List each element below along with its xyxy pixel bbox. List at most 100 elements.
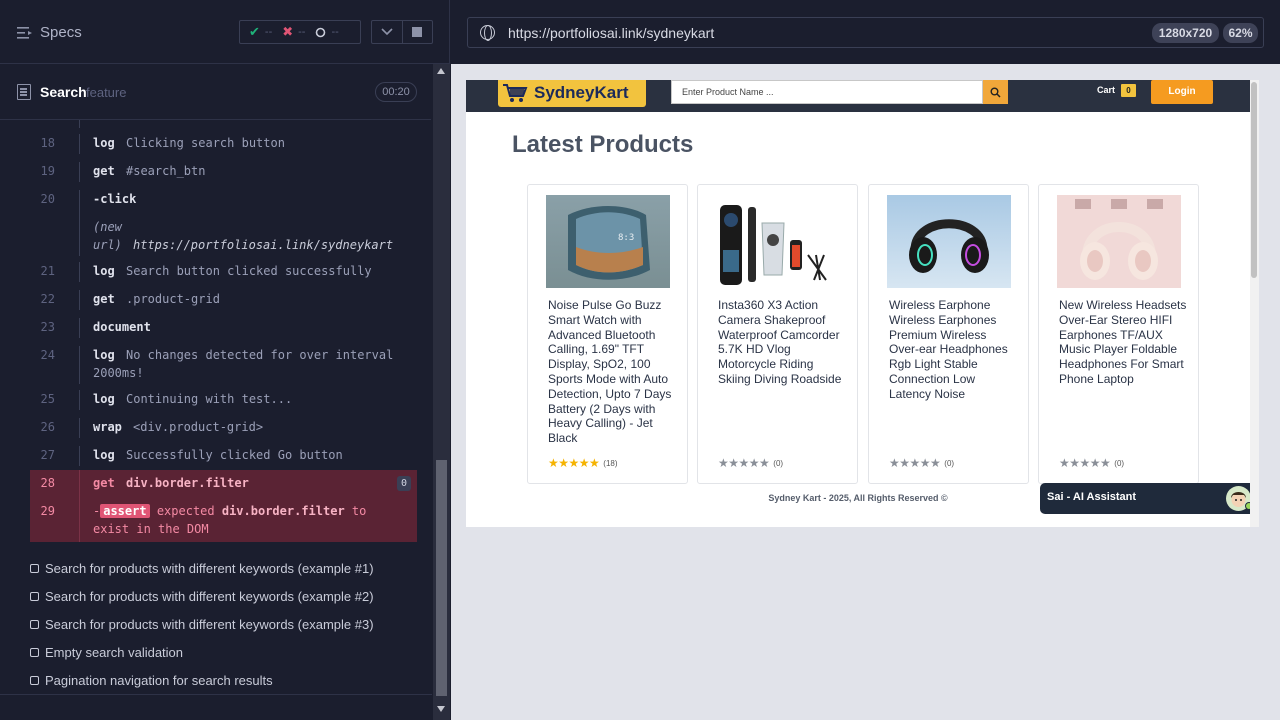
product-search-input[interactable]: Enter Product Name ... bbox=[671, 80, 983, 104]
ai-assistant-widget[interactable]: Sai - AI Assistant bbox=[1040, 483, 1257, 514]
product-card[interactable]: New Wireless Headsets Over-Ear Stereo HI… bbox=[1038, 184, 1199, 484]
shopping-cart-icon bbox=[503, 84, 528, 102]
command-row[interactable]: 20 -click (new url) https://portfoliosai… bbox=[30, 190, 417, 256]
test-status-icon bbox=[30, 619, 39, 629]
product-card[interactable]: Insta360 X3 Action Camera Shakeproof Wat… bbox=[697, 184, 858, 484]
app-root: Specs ✔ -- ✖ -- -- Search feature 00:20 … bbox=[0, 0, 1280, 720]
cmd-divider bbox=[79, 290, 80, 310]
preview-panel: https://portfoliosai.link/sydneykart 128… bbox=[451, 0, 1280, 720]
scroll-down-icon[interactable] bbox=[437, 706, 445, 712]
section-heading: Latest Products bbox=[512, 131, 694, 158]
smartwatch-image: 8:3 bbox=[546, 195, 670, 288]
passed-stat: ✔ -- bbox=[249, 24, 272, 40]
product-card[interactable]: Wireless Earphone Wireless Earphones Pre… bbox=[868, 184, 1029, 484]
login-button[interactable]: Login bbox=[1151, 80, 1213, 104]
zoom-badge: 62% bbox=[1223, 23, 1258, 43]
preview-scrollbar[interactable] bbox=[1250, 80, 1259, 527]
app-under-test: SydneyKart Enter Product Name ... Cart 0… bbox=[466, 80, 1259, 527]
cmd-number: 26 bbox=[40, 420, 55, 434]
review-count: (0) bbox=[944, 458, 955, 468]
product-title[interactable]: Noise Pulse Go Buzz Smart Watch with Adv… bbox=[548, 298, 676, 446]
command-row[interactable]: 25 log Continuing with test... bbox=[30, 390, 417, 410]
assert-text: exist in the DOM bbox=[93, 522, 209, 536]
passed-count: -- bbox=[264, 26, 273, 38]
command-row-failed[interactable]: 29 - assert expected div.border.filter to… bbox=[30, 498, 417, 542]
test-item[interactable]: Search for products with different keywo… bbox=[30, 586, 374, 606]
specs-header: Specs ✔ -- ✖ -- -- bbox=[0, 0, 450, 64]
command-row[interactable]: 23 document bbox=[30, 318, 417, 338]
product-image[interactable]: 8:3 bbox=[546, 195, 670, 288]
runner-panel: Specs ✔ -- ✖ -- -- Search feature 00:20 … bbox=[0, 0, 450, 720]
product-card[interactable]: 8:3 Noise Pulse Go Buzz Smart Watch with… bbox=[527, 184, 688, 484]
cmd-divider bbox=[79, 134, 80, 154]
collapse-button[interactable] bbox=[372, 21, 402, 43]
star-rating: ★★★★★ bbox=[718, 456, 770, 470]
test-item[interactable]: Pagination navigation for search results bbox=[30, 670, 273, 690]
test-item[interactable]: Search for products with different keywo… bbox=[30, 614, 374, 634]
cmd-name: wrap bbox=[93, 420, 122, 434]
stop-button[interactable] bbox=[401, 21, 432, 43]
pending-ring-icon bbox=[316, 27, 326, 37]
test-title: Search for products with different keywo… bbox=[45, 616, 374, 632]
product-image[interactable] bbox=[887, 195, 1011, 288]
cmd-message: Successfully clicked Go button bbox=[126, 448, 343, 462]
document-icon bbox=[17, 84, 31, 100]
new-url-value[interactable]: https://portfoliosai.link/sydneykart bbox=[133, 238, 393, 252]
command-row[interactable]: 18 log Clicking search button bbox=[30, 134, 417, 154]
command-row[interactable]: 21 log Search button clicked successfull… bbox=[30, 262, 417, 282]
cmd-divider bbox=[79, 346, 80, 384]
site-logo[interactable]: SydneyKart bbox=[498, 80, 646, 107]
new-url-label: (new bbox=[93, 220, 122, 234]
assert-target: div.border.filter bbox=[221, 504, 345, 518]
test-item[interactable]: Search for products with different keywo… bbox=[30, 558, 374, 578]
specs-title[interactable]: Specs bbox=[40, 24, 82, 41]
assistant-label: Sai - AI Assistant bbox=[1047, 491, 1137, 503]
command-row-failed[interactable]: 28 get div.border.filter 0 bbox=[30, 470, 417, 498]
check-icon: ✔ bbox=[249, 24, 260, 39]
cart-link[interactable]: Cart bbox=[1097, 85, 1115, 95]
spec-duration: 00:20 bbox=[375, 82, 417, 102]
product-image[interactable] bbox=[1057, 195, 1181, 288]
assert-message: - assert expected div.border.filter to bbox=[93, 504, 366, 518]
specs-list-icon[interactable] bbox=[17, 26, 33, 40]
pending-stat: -- bbox=[315, 26, 339, 38]
runner-scrollbar[interactable] bbox=[433, 64, 450, 720]
star-rating: ★★★★★ bbox=[1059, 456, 1111, 470]
assert-tag: assert bbox=[100, 504, 150, 518]
command-row[interactable]: 24 log No changes detected for over inte… bbox=[30, 346, 417, 384]
search-icon bbox=[990, 87, 1001, 98]
command-row[interactable]: 22 get .product-grid bbox=[30, 290, 417, 310]
spec-header-row[interactable]: Search feature 00:20 bbox=[0, 64, 431, 120]
cmd-message: Continuing with test... bbox=[126, 392, 293, 406]
brand-name: SydneyKart bbox=[534, 83, 629, 102]
command-log: 18 log Clicking search button 19 get #se… bbox=[30, 120, 417, 542]
product-title[interactable]: New Wireless Headsets Over-Ear Stereo HI… bbox=[1059, 298, 1187, 387]
review-count: (18) bbox=[603, 458, 618, 468]
product-title[interactable]: Insta360 X3 Action Camera Shakeproof Wat… bbox=[718, 298, 846, 387]
cmd-message: No changes detected for over interval bbox=[126, 348, 394, 362]
test-title: Empty search validation bbox=[45, 644, 184, 660]
command-row[interactable]: 19 get #search_btn bbox=[30, 162, 417, 182]
search-button[interactable] bbox=[983, 80, 1008, 104]
test-status-icon bbox=[30, 647, 39, 657]
test-item[interactable]: Empty search validation bbox=[30, 642, 183, 662]
command-row[interactable]: 26 wrap <div.product-grid> bbox=[30, 418, 417, 438]
product-image[interactable] bbox=[716, 195, 840, 288]
cmd-number: 21 bbox=[40, 264, 55, 278]
cart-count-badge: 0 bbox=[1121, 84, 1136, 97]
star-rating: ★★★★★ bbox=[548, 456, 600, 470]
cmd-number: 22 bbox=[40, 292, 55, 306]
scrollbar-thumb[interactable] bbox=[436, 460, 447, 696]
scroll-up-icon[interactable] bbox=[437, 68, 445, 74]
scrollbar-thumb[interactable] bbox=[1251, 82, 1257, 278]
cmd-divider bbox=[79, 190, 80, 256]
product-title[interactable]: Wireless Earphone Wireless Earphones Pre… bbox=[889, 298, 1017, 402]
cmd-message: #search_btn bbox=[126, 164, 206, 178]
assert-text: to bbox=[351, 504, 367, 518]
command-row[interactable]: 27 log Successfully clicked Go button bbox=[30, 446, 417, 466]
url-text[interactable]: https://portfoliosai.link/sydneykart bbox=[508, 25, 714, 41]
element-count-badge: 0 bbox=[397, 476, 411, 491]
command-row[interactable] bbox=[30, 120, 417, 128]
test-title: Search for products with different keywo… bbox=[45, 588, 374, 604]
url-bar[interactable]: https://portfoliosai.link/sydneykart 128… bbox=[467, 17, 1264, 48]
